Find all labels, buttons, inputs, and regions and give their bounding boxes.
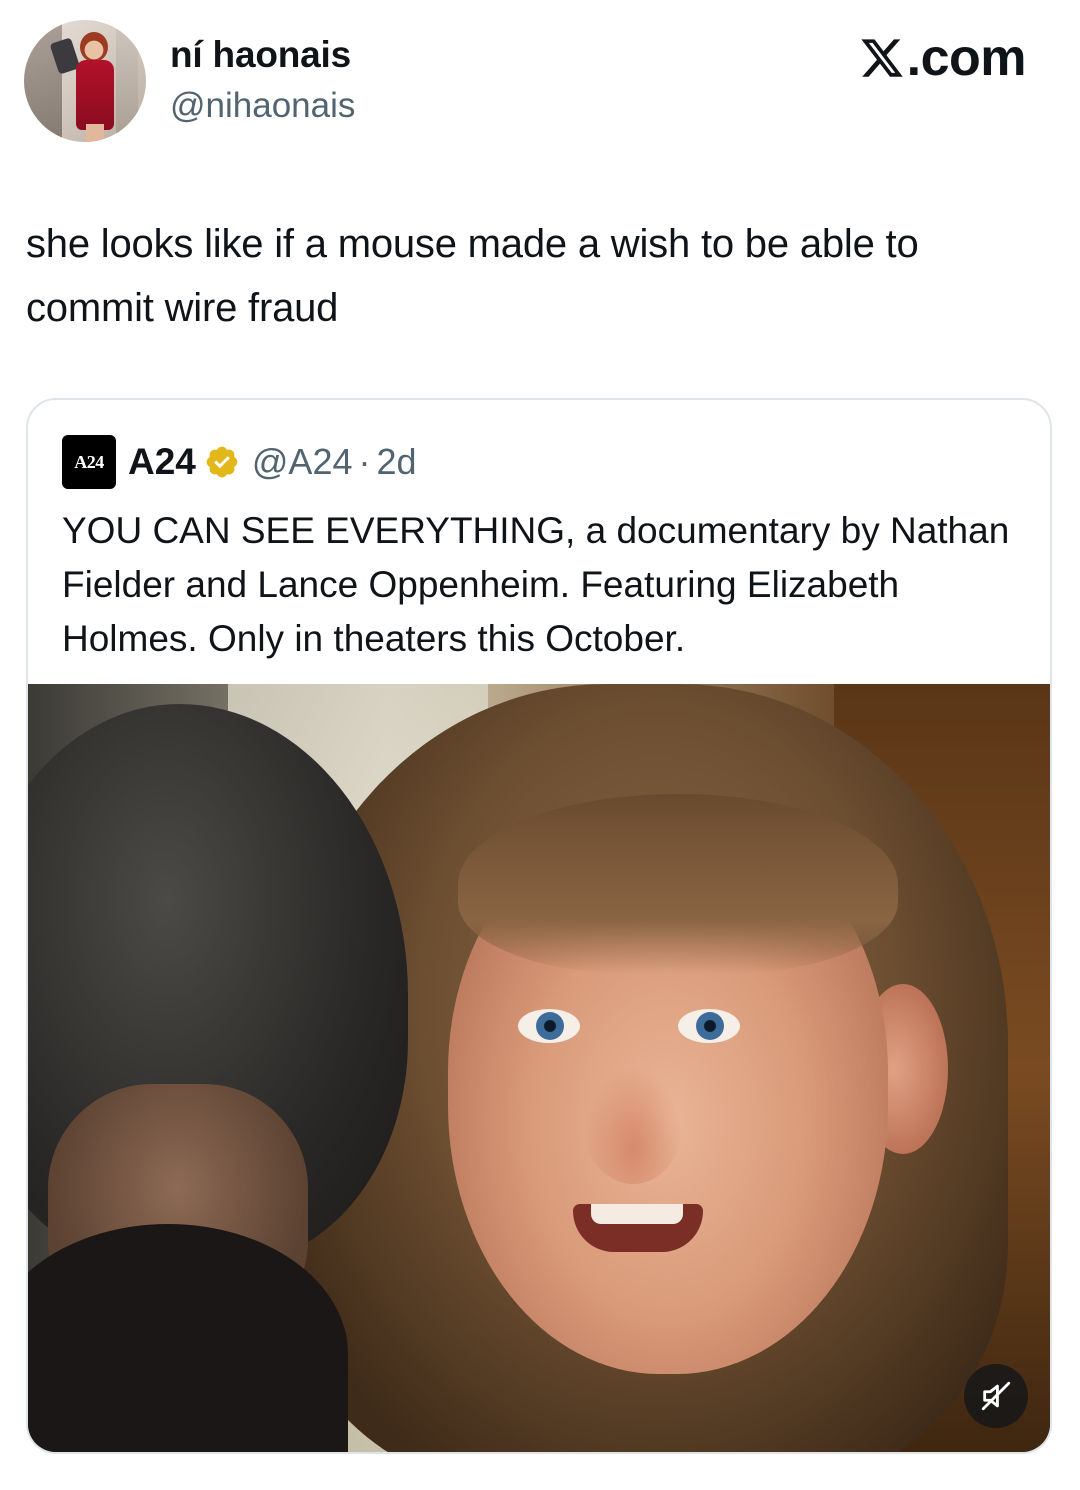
quoted-author-avatar[interactable]: A24 [62, 435, 116, 489]
separator-dot: · [358, 441, 371, 482]
x-logo-icon [861, 39, 903, 77]
muted-speaker-icon [981, 1381, 1011, 1411]
site-watermark: .com [859, 28, 1027, 88]
quoted-tweet-text: YOU CAN SEE EVERYTHING, a documentary by… [62, 510, 1010, 659]
author-display-name[interactable]: ní haonais [170, 34, 351, 76]
quoted-tweet-timestamp[interactable]: 2d [377, 441, 417, 483]
site-label-text: .com [906, 29, 1027, 87]
quoted-author-display-name[interactable]: A24 [128, 441, 196, 483]
quoted-tweet-video[interactable] [28, 684, 1050, 1452]
tweet-text: she looks like if a mouse made a wish to… [26, 222, 919, 330]
author-handle[interactable]: @nihaonais [170, 86, 355, 126]
quoted-author-handle[interactable]: @A24 [252, 441, 353, 483]
mute-toggle-button[interactable] [964, 1364, 1028, 1428]
verified-badge-icon [206, 446, 238, 478]
author-avatar[interactable] [24, 20, 146, 142]
quoted-tweet-card[interactable]: A24 A24 @A24 · 2d YOU CAN SEE EVERYTHING… [26, 398, 1052, 1454]
quoted-tweet-header: A24 A24 @A24 · 2d [62, 435, 417, 489]
